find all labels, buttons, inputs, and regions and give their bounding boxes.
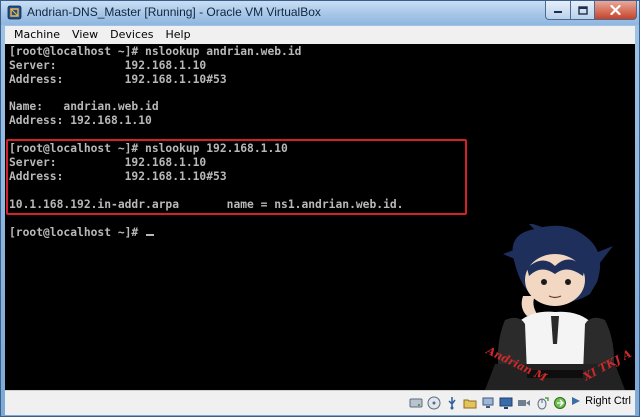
usb-icon[interactable] xyxy=(444,395,459,410)
terminal-line: Address: 192.168.1.10 xyxy=(9,114,152,127)
host-key-label: Right Ctrl xyxy=(585,395,631,407)
hard-disk-icon[interactable] xyxy=(408,395,423,410)
terminal-prompt-line[interactable]: [root@localhost ~]# xyxy=(9,226,155,240)
network-icon[interactable] xyxy=(480,395,495,410)
menu-view[interactable]: View xyxy=(66,26,104,44)
terminal-line: Server: 192.168.1.10 xyxy=(9,59,207,72)
terminal-cursor xyxy=(146,234,155,236)
video-capture-icon[interactable] xyxy=(516,395,531,410)
close-button[interactable] xyxy=(594,1,637,20)
shared-folder-icon[interactable] xyxy=(462,395,477,410)
host-key-indicator: Right Ctrl xyxy=(570,395,631,407)
host-key-icon xyxy=(572,397,581,405)
keyboard-capture-icon[interactable] xyxy=(552,395,567,410)
close-icon xyxy=(610,5,621,15)
vm-console[interactable]: [root@localhost ~]# nslookup andrian.web… xyxy=(5,44,635,390)
menu-bar: Machine View Devices Help xyxy=(5,26,635,45)
terminal-line: [root@localhost ~]# nslookup andrian.web… xyxy=(9,45,302,58)
menu-machine[interactable]: Machine xyxy=(5,26,66,44)
title-bar[interactable]: Andrian-DNS_Master [Running] - Oracle VM… xyxy=(1,1,639,25)
status-bar: Right Ctrl xyxy=(5,390,635,415)
maximize-icon xyxy=(577,5,588,15)
terminal-line: Name: andrian.web.id xyxy=(9,100,159,113)
virtualbox-icon xyxy=(7,5,22,20)
status-icon-group xyxy=(408,395,567,410)
window-title: Andrian-DNS_Master [Running] - Oracle VM… xyxy=(27,5,321,19)
virtualbox-window: Andrian-DNS_Master [Running] - Oracle VM… xyxy=(0,0,640,417)
menu-devices[interactable]: Devices xyxy=(104,26,159,44)
optical-drive-icon[interactable] xyxy=(426,395,441,410)
terminal-line: Address: 192.168.1.10#53 xyxy=(9,73,227,86)
terminal-prompt: [root@localhost ~]# xyxy=(9,226,146,239)
menu-help[interactable]: Help xyxy=(160,26,197,44)
display-icon[interactable] xyxy=(498,395,513,410)
mouse-integration-icon[interactable] xyxy=(534,395,549,410)
maximize-button[interactable] xyxy=(570,1,595,20)
highlight-box xyxy=(6,139,467,215)
minimize-icon xyxy=(554,11,562,13)
minimize-button[interactable] xyxy=(545,1,571,20)
